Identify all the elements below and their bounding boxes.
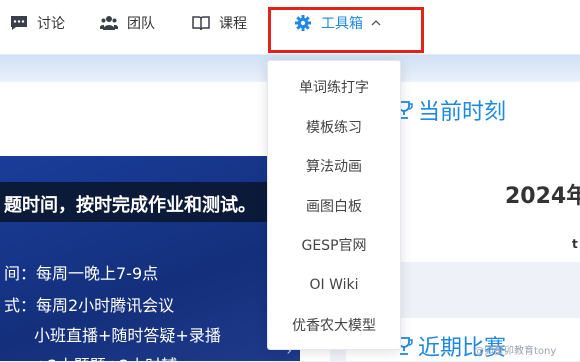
- nav-item-label: 团队: [127, 16, 155, 32]
- nav-item-team[interactable]: 团队: [100, 0, 155, 46]
- banner-line-4: +2小题题+2小时辅: [34, 352, 177, 361]
- menu-item-llm[interactable]: 优香农大模型: [268, 310, 400, 340]
- toolbox-dropdown: 单词练打字 模板练习 算法动画 画图白板 GESP官网 OI Wiki 优香农大…: [267, 60, 401, 350]
- banner-headline: 题时间，按时完成作业和测试。: [4, 195, 256, 216]
- banner-line-2: 式：每周2小时腾讯会议: [4, 296, 175, 315]
- time-fragment: t: [572, 237, 578, 251]
- menu-item-template[interactable]: 模板练习: [268, 112, 400, 142]
- banner-line-1: 间：每周一晚上7-9点: [4, 264, 159, 283]
- current-date: 2024年: [505, 184, 580, 209]
- watermark: @卯星卯教育tony: [474, 346, 557, 357]
- team-icon: [100, 16, 118, 30]
- nav-item-discuss[interactable]: 讨论: [10, 0, 65, 46]
- nav-item-label: 讨论: [37, 16, 65, 32]
- menu-item-algorithm-animation[interactable]: 算法动画: [268, 151, 400, 181]
- highlight-frame: [268, 7, 424, 53]
- current-time-title: 当前时刻: [394, 94, 506, 126]
- chat-icon: [11, 16, 27, 30]
- book-icon: [192, 16, 210, 31]
- nav-item-courses[interactable]: 课程: [192, 0, 247, 46]
- menu-item-typing[interactable]: 单词练打字: [268, 72, 400, 102]
- current-time-title-text: 当前时刻: [418, 100, 507, 125]
- course-banner[interactable]: 题时间，按时完成作业和测试。 间：每周一晚上7-9点 式：每周2小时腾讯会议 小…: [0, 156, 300, 361]
- menu-item-whiteboard[interactable]: 画图白板: [268, 191, 400, 221]
- menu-item-gesp[interactable]: GESP官网: [268, 230, 400, 260]
- menu-item-oi-wiki[interactable]: OI Wiki: [268, 270, 400, 300]
- nav-item-label: 课程: [219, 16, 247, 32]
- banner-line-3: 小班直播+随时答疑+录播: [34, 326, 221, 345]
